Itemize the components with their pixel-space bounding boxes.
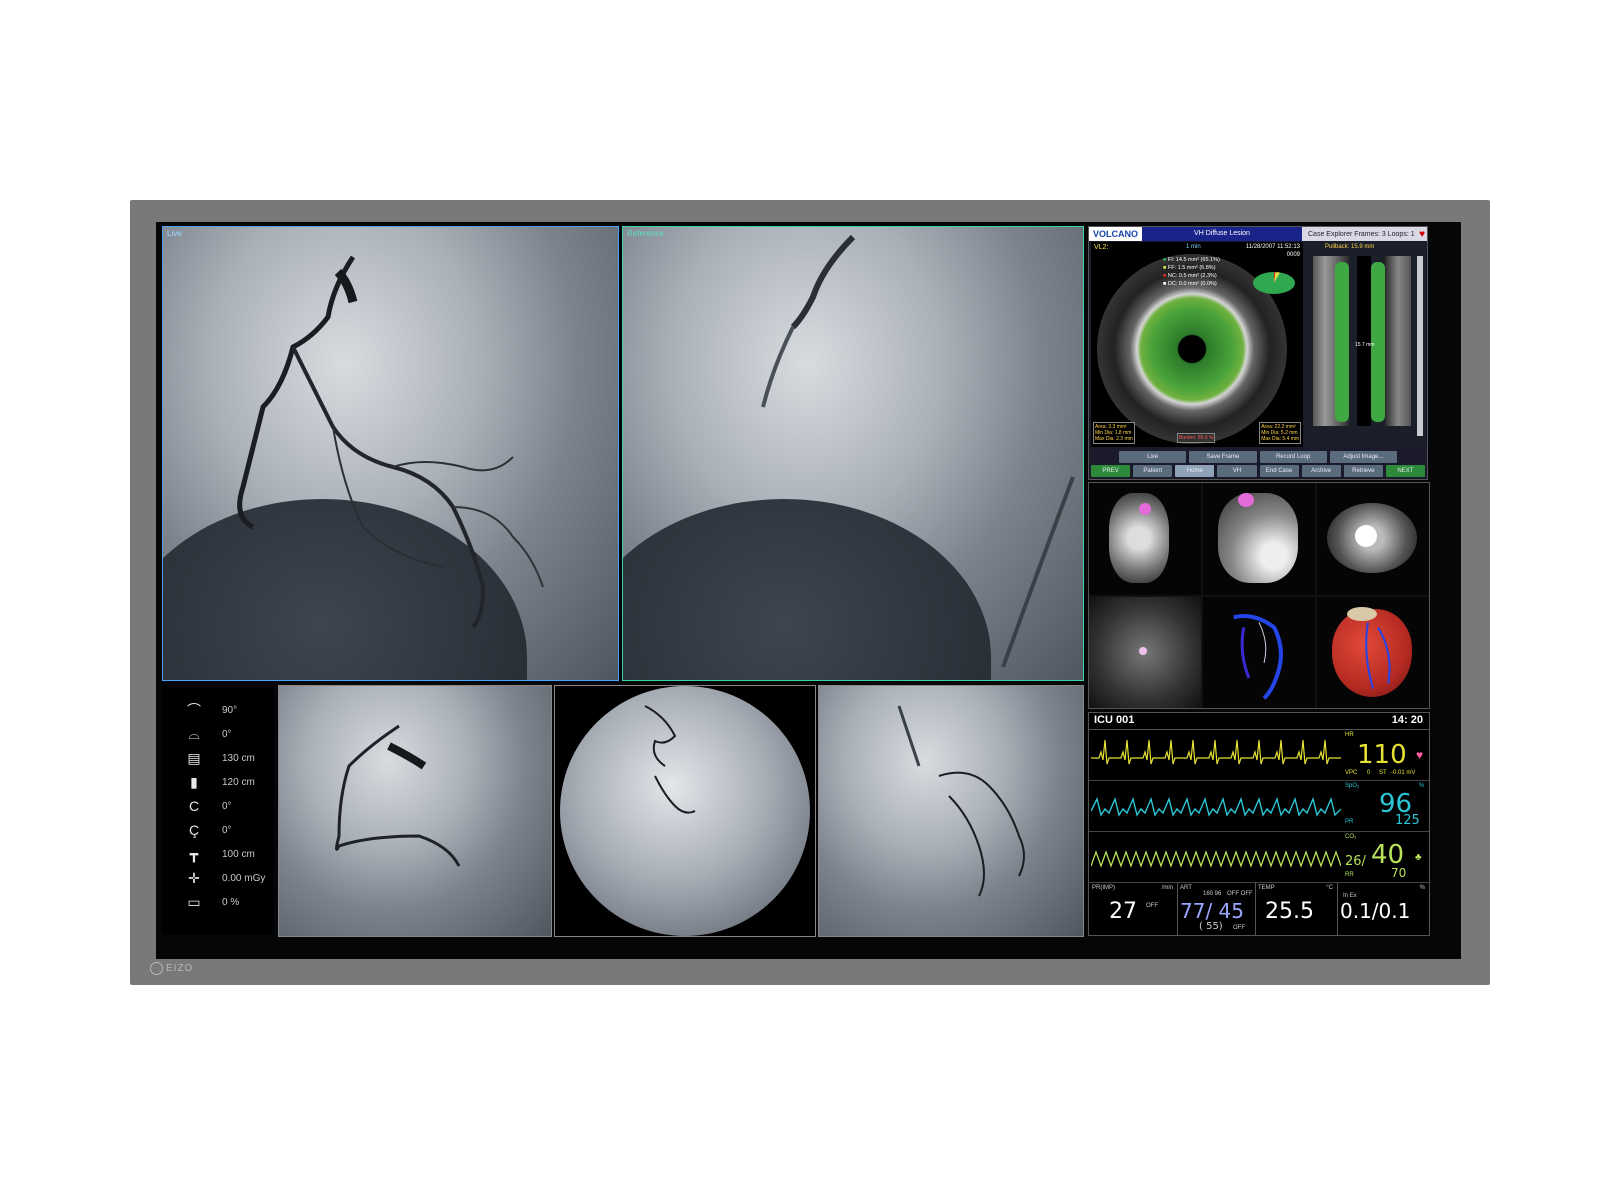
tilt-icon: ⌒ [187,702,201,718]
rotation-icon: ⌓ [188,725,200,742]
art-pressure-value: 77/ 45 [1180,899,1244,923]
catheter-overlay [761,234,1075,668]
lungs-icon: ♣ [1415,852,1422,863]
pane-label-reference: Reference [627,229,664,238]
pane-label-live: Live [167,229,182,238]
monitor-bezel: Live Reference ⌒ 90° ⌓ 0° ▤ 130 cm ▮ 120 cm … [130,200,1490,985]
ct-viewer-grid [1088,482,1430,709]
angiogram-thumbnail-1[interactable] [278,685,552,937]
coronary-overlay [1365,621,1391,689]
ivus-legend: ■ FI: 14.5 mm² (65.1%) ■ FF: 1.5 mm² (6.… [1163,257,1220,287]
geometry-row: ▤ 130 cm [176,747,254,769]
geometry-row: ✛ 0.00 mGy [176,867,265,889]
ct-vessel-crosssection[interactable] [1089,596,1201,708]
ivus-panel: VOLCANO VH Diffuse Lesion Case Explorer … [1088,226,1428,480]
geometry-row: ▭ 0 % [176,891,239,913]
patient-vitals-monitor: ICU 001 14: 20 HR 110 ♥ VPC 0 ST -0.01 m… [1088,712,1430,936]
archive-button[interactable]: Archive [1301,465,1341,477]
resp-value: 27 [1109,899,1137,924]
vessel-overlay [644,705,696,814]
pulse-rate-value: 125 [1395,813,1420,828]
plaque-pie-chart [1253,272,1295,294]
geometry-row: Ç 0° [176,819,232,841]
next-button[interactable]: NEXT [1385,465,1425,477]
ct-sagittal-view[interactable] [1089,483,1201,595]
c-arm-angulate-icon: Ç [188,822,200,838]
ivus-button-row-2: PREV Patient Home VH End Case Archive Re… [1089,465,1427,477]
volcano-logo: VOLCANO [1089,227,1142,241]
ivus-longitudinal-view[interactable]: Pullback: 15.9 mm 15.7 mm [1305,242,1425,447]
geometry-row: ▮ 120 cm [176,771,255,793]
geometry-row: ⌓ 0° [176,723,231,745]
vh-button[interactable]: VH [1217,465,1257,477]
adjust-image-button[interactable]: Adjust Image... [1329,451,1397,463]
home-button[interactable]: Home [1175,465,1215,477]
ivus-cross-section[interactable]: VL2: 1 min 11/28/2007 11:52:13 0009 ■ FI… [1091,242,1303,447]
ct-axial-view[interactable] [1317,483,1429,595]
patient-button[interactable]: Patient [1133,465,1173,477]
last-cell: % In Ex 0.1/0.1 [1340,885,1425,923]
ivus-header: VOLCANO VH Diffuse Lesion Case Explorer … [1089,227,1427,241]
resp-cell: PR(IMP) /min 27 OFF [1089,883,1178,935]
vessel-tree-render [1233,613,1283,700]
geometry-row: ┳ 100 cm [176,843,255,865]
co2-waveform [1091,850,1341,868]
retrieve-button[interactable]: Retrieve [1343,465,1383,477]
coronary-vessel-overlay [237,255,544,629]
geometry-row: C 0° [176,795,232,817]
end-case-button[interactable]: End Case [1259,465,1299,477]
bed-label: ICU 001 [1094,714,1135,726]
eizo-logo: EIZO [150,962,193,975]
angiogram-thumbnail-2[interactable] [554,685,816,937]
lumen-info: Area: 3.3 mm² Min Dia: 1.8 mm Max Dia: 2.3… [1093,422,1135,444]
plaque-burden: Burden: 85.0 % [1177,433,1216,443]
numerics-row: PR(IMP) /min 27 OFF ART 160 96 OFF OFF 7… [1089,883,1429,935]
temp-cell: TEMP °C 25.5 [1255,883,1338,935]
heart-icon: ♥ [1419,228,1425,240]
record-loop-button[interactable]: Record Loop [1259,451,1327,463]
heart-rate-value: 110 [1357,740,1407,770]
co2-row: CO₂ 26/ 40 ♣ RR 70 [1089,832,1429,883]
resp-rate-value: 70 [1391,866,1407,880]
scrollbar[interactable] [1417,256,1423,436]
ct-3d-heart-render[interactable] [1317,596,1429,708]
clock: 14: 20 [1391,714,1423,726]
geometry-row: ⌒ 90° [176,699,237,721]
table-height-icon: ▮ [190,773,198,790]
ivus-title: VH Diffuse Lesion [1142,227,1302,241]
temperature-value: 25.5 [1265,899,1314,924]
ct-3d-vessel-tree[interactable] [1203,596,1315,708]
angiogram-main-right[interactable]: Reference [622,226,1084,681]
art-cell: ART 160 96 OFF OFF 77/ 45 ( 55) OFF [1177,883,1256,935]
ivus-button-row-1: Live Save Frame Record Loop Adjust Image… [1089,451,1427,463]
spo2-waveform [1091,796,1341,817]
ct-coronal-view[interactable] [1203,483,1315,595]
ivus-case-info: Case Explorer Frames: 3 Loops: 1 [1308,230,1415,238]
in-ex-value: 0.1/0.1 [1340,899,1411,923]
monitor-header: ICU 001 14: 20 [1089,713,1429,730]
display-screen: Live Reference ⌒ 90° ⌓ 0° ▤ 130 cm ▮ 120 cm … [156,222,1461,959]
dose-icon: ✛ [188,869,200,886]
c-arm-geometry-panel: ⌒ 90° ⌓ 0° ▤ 130 cm ▮ 120 cm C 0° Ç 0° ┳ 100 cm… [162,685,274,935]
save-frame-button[interactable]: Save Frame [1189,451,1257,463]
vessel-info: Area: 22.2 mm² Min Dia: 5.2 mm Max Dia: 5.… [1259,422,1301,444]
prev-button[interactable]: PREV [1091,465,1131,477]
vessel-overlay [335,724,461,867]
angiogram-thumbnail-3[interactable] [818,685,1084,937]
ecg-waveform [1091,739,1341,765]
angiogram-main-left[interactable]: Live [162,226,619,681]
battery-icon: ▭ [187,893,201,910]
heart-icon: ♥ [1416,748,1424,762]
ecg-row: HR 110 ♥ VPC 0 ST -0.01 mV [1089,730,1429,781]
table-icon: ┳ [189,845,199,862]
vessel-overlay [897,705,1025,897]
live-button[interactable]: Live [1119,451,1187,463]
spo2-row: SpO₂ % 96 PR 125 [1089,781,1429,832]
c-arm-rotate-icon: C [188,798,200,814]
sid-icon: ▤ [187,749,201,766]
